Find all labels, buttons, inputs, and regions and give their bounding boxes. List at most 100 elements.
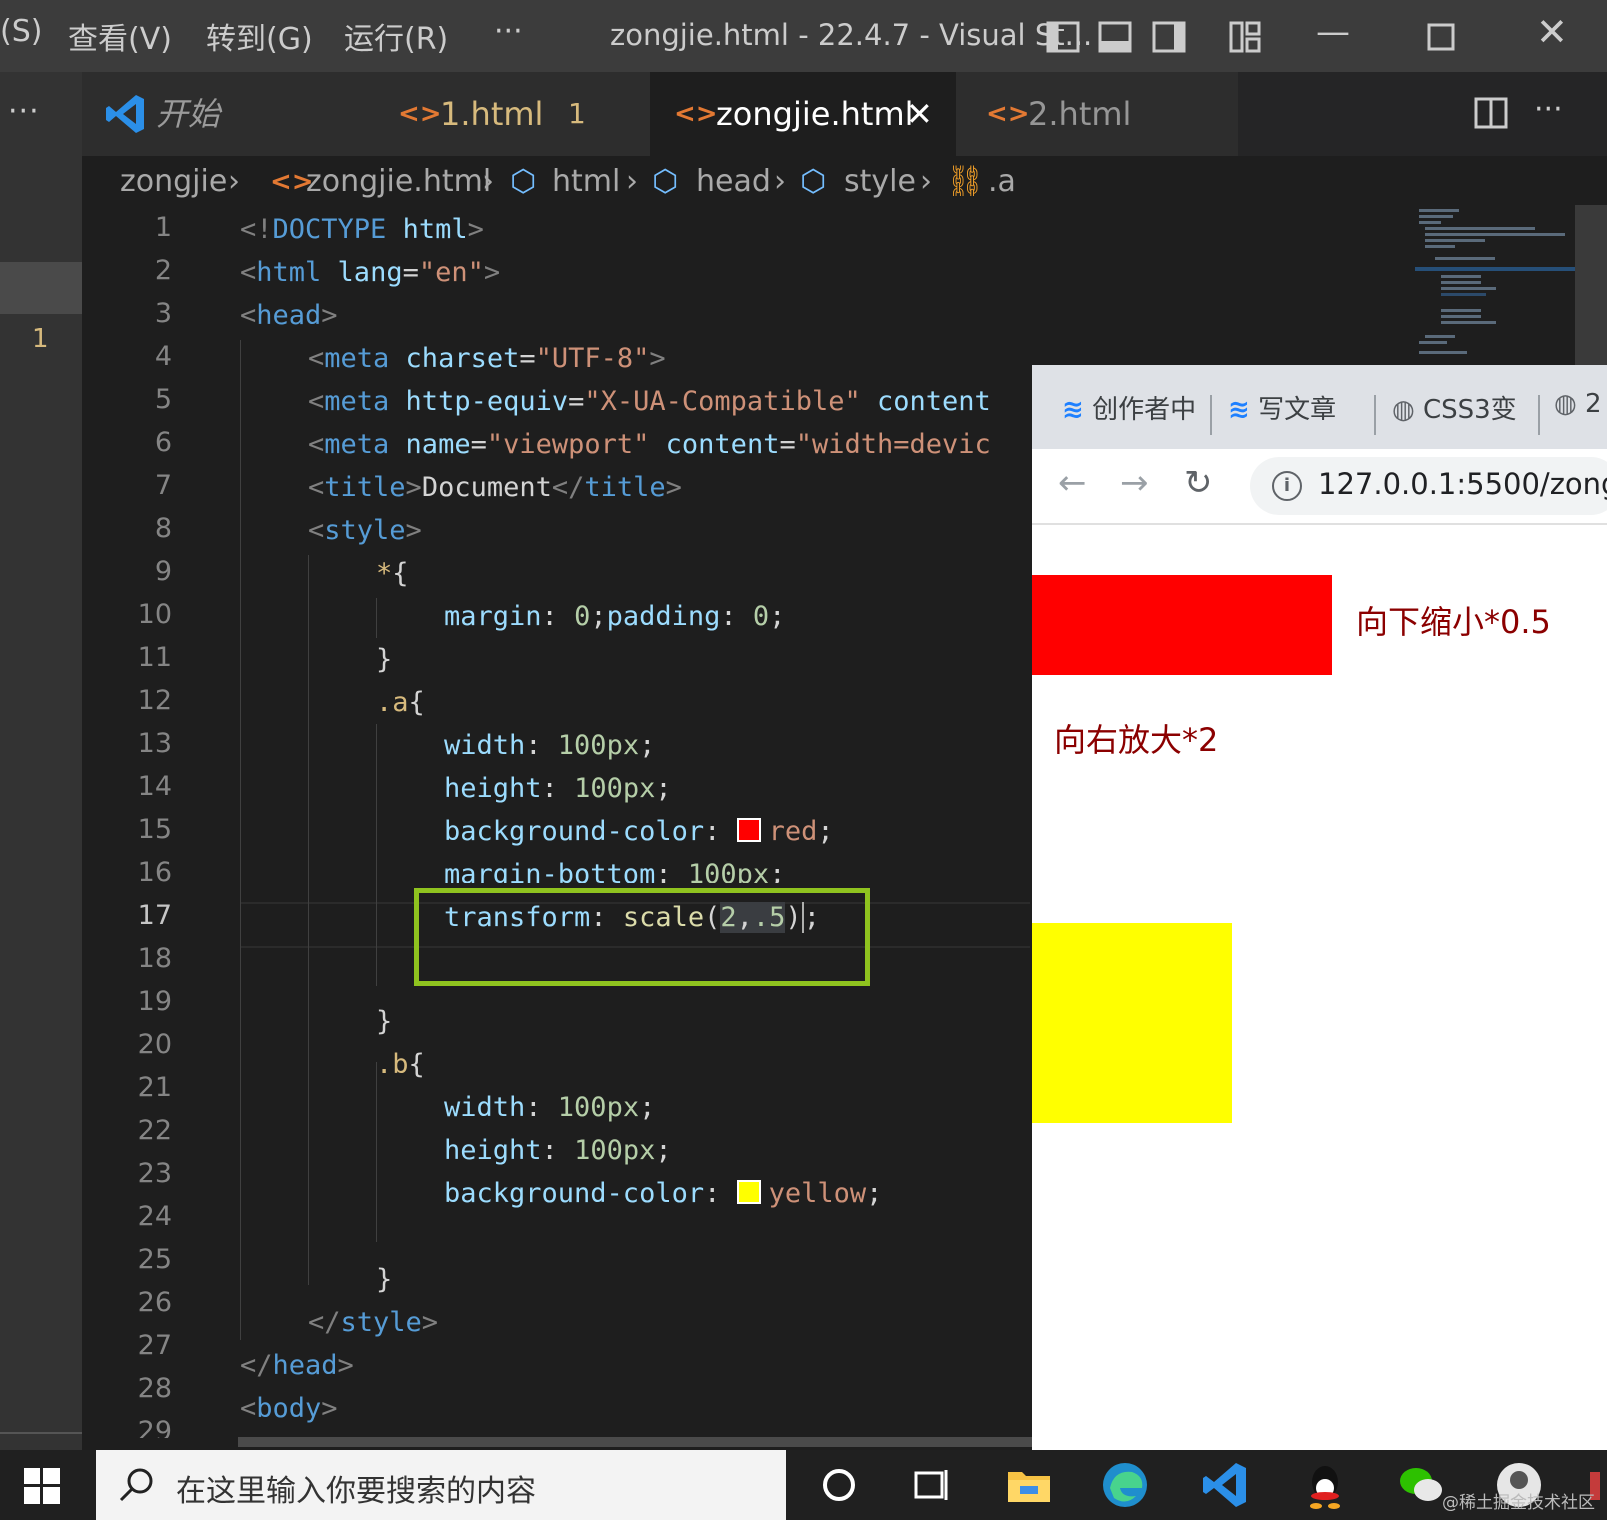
- code-line-4: <meta charset="UTF-8">: [308, 343, 666, 374]
- minimize-icon[interactable]: —: [1316, 12, 1350, 52]
- minimap[interactable]: [1415, 205, 1575, 365]
- line-number: 29: [137, 1416, 172, 1438]
- toggle-secondary-sidebar-icon[interactable]: [1152, 20, 1186, 54]
- tab-1-html[interactable]: <> 1.html 1: [368, 72, 651, 156]
- breadcrumb-head[interactable]: head: [696, 164, 771, 199]
- activity-divider: [0, 1432, 82, 1434]
- code-line-13: width: 100px;: [444, 730, 656, 761]
- scaled-box-a: [1032, 575, 1332, 675]
- code-line-25: }: [376, 1264, 393, 1295]
- url-text: 127.0.0.1:5500/zongjie: [1318, 467, 1607, 501]
- info-icon[interactable]: i: [1272, 471, 1302, 501]
- code-line-20: .b{: [376, 1049, 425, 1080]
- code-line-2: <html lang="en">: [240, 257, 501, 288]
- toggle-panel-icon[interactable]: [1098, 20, 1132, 54]
- qq-icon[interactable]: [1300, 1460, 1350, 1510]
- task-view-icon[interactable]: [906, 1460, 956, 1510]
- code-line-23: background-color: yellow;: [444, 1178, 883, 1209]
- forward-arrow-icon[interactable]: →: [1120, 463, 1149, 503]
- breadcrumb-folder[interactable]: zongjie: [120, 164, 227, 199]
- line-number: 21: [137, 1072, 172, 1103]
- code-line-3: <head>: [240, 300, 338, 331]
- symbol-selector-icon: ⛓: [946, 164, 985, 199]
- menu-item-view[interactable]: 查看(V): [68, 14, 172, 58]
- code-line-8: <style>: [308, 515, 422, 546]
- globe-icon: ◍: [1554, 389, 1577, 419]
- code-line-19: }: [376, 1006, 393, 1037]
- tab-label: 1.html: [440, 95, 544, 133]
- line-number: 28: [137, 1373, 172, 1404]
- menu-item-run[interactable]: 运行(R): [344, 14, 448, 58]
- window-title: zongjie.html - 22.4.7 - Visual St...: [610, 18, 1093, 52]
- maximize-icon[interactable]: [1426, 22, 1456, 52]
- bookmark-item[interactable]: ≋ 创作者中: [1062, 389, 1196, 426]
- tab-2-html[interactable]: <> 2.html: [956, 72, 1239, 156]
- symbol-element-icon: ⬡: [800, 164, 827, 199]
- reload-icon[interactable]: ↻: [1184, 463, 1213, 503]
- code-line-9: *{: [376, 558, 409, 589]
- breadcrumb-file[interactable]: zongjie.html: [306, 164, 491, 199]
- bookmark-item[interactable]: ◍ 2: [1554, 389, 1602, 419]
- bookmark-item[interactable]: ≋ 写文章: [1228, 389, 1336, 426]
- menu-item-selection[interactable]: (S): [0, 14, 42, 49]
- customize-layout-icon[interactable]: [1228, 20, 1262, 54]
- color-swatch-red[interactable]: [736, 818, 761, 842]
- bookmark-item[interactable]: ◍ CSS3变: [1392, 389, 1517, 426]
- search-icon: [119, 1468, 153, 1502]
- taskbar-search-box[interactable]: 在这里输入你要搜索的内容: [96, 1450, 786, 1520]
- tab-zongjie-html[interactable]: <> zongjie.html ✕: [650, 72, 957, 156]
- address-bar[interactable]: i 127.0.0.1:5500/zongjie: [1250, 457, 1607, 515]
- chevron-right-icon: ›: [482, 164, 494, 199]
- vertical-scrollbar[interactable]: [1575, 205, 1607, 365]
- tab-welcome[interactable]: 开始: [82, 72, 369, 156]
- box-b: [1032, 923, 1232, 1123]
- line-number: 22: [137, 1115, 172, 1146]
- split-editor-icon[interactable]: [1474, 96, 1508, 130]
- code-line-6: <meta name="viewport" content="width=dev…: [308, 429, 991, 460]
- close-tab-icon[interactable]: ✕: [906, 72, 933, 156]
- line-number: 13: [137, 728, 172, 759]
- editor-more-actions-icon[interactable]: ···: [1534, 92, 1563, 127]
- menu-item-goto[interactable]: 转到(G): [206, 14, 313, 58]
- vscode-taskbar-icon[interactable]: [1200, 1460, 1250, 1510]
- breadcrumb-selector[interactable]: .a: [988, 164, 1016, 199]
- code-line-26: </style>: [308, 1307, 439, 1338]
- line-number: 23: [137, 1158, 172, 1189]
- chevron-right-icon: ›: [920, 164, 932, 199]
- line-number: 24: [137, 1201, 172, 1232]
- activity-selected-item[interactable]: [0, 262, 82, 314]
- line-number: 10: [137, 599, 172, 630]
- title-bar: (S) 查看(V) 转到(G) 运行(R) ··· zongjie.html -…: [0, 0, 1607, 72]
- annotation-shrink: 向下缩小*0.5: [1356, 603, 1551, 641]
- toggle-sidebar-icon[interactable]: [1046, 20, 1080, 54]
- edge-browser-icon[interactable]: [1100, 1460, 1150, 1510]
- line-number: 15: [137, 814, 172, 845]
- bookmarks-bar: ≋ 创作者中 ≋ 写文章 ◍ CSS3变 ◍ 2: [1032, 365, 1607, 449]
- breadcrumb-html[interactable]: html: [552, 164, 620, 199]
- file-explorer-icon[interactable]: [1004, 1460, 1054, 1510]
- symbol-element-icon: ⬡: [652, 164, 679, 199]
- tab-label: 2.html: [1028, 95, 1132, 133]
- cortana-icon[interactable]: [814, 1460, 864, 1510]
- color-swatch-yellow[interactable]: [736, 1180, 761, 1204]
- close-icon[interactable]: ✕: [1536, 10, 1568, 54]
- line-number: 2: [154, 255, 172, 286]
- menu-more-button[interactable]: ···: [494, 14, 523, 49]
- code-line-22: height: 100px;: [444, 1135, 672, 1166]
- line-number: 6: [154, 427, 172, 458]
- tab-label: zongjie.html: [716, 95, 914, 133]
- wechat-icon[interactable]: [1396, 1460, 1446, 1510]
- code-line-1: <!DOCTYPE html>: [240, 214, 484, 245]
- html-icon: <>: [986, 99, 1030, 129]
- code-line-14: height: 100px;: [444, 773, 672, 804]
- line-number: 26: [137, 1287, 172, 1318]
- more-actions-icon[interactable]: ···: [8, 94, 40, 129]
- watermark: @稀土掘金技术社区: [1442, 1493, 1595, 1513]
- back-arrow-icon[interactable]: ←: [1058, 463, 1087, 503]
- horizontal-scrollbar[interactable]: [238, 1437, 1033, 1447]
- breadcrumb-style[interactable]: style: [844, 164, 916, 199]
- line-number: 14: [137, 771, 172, 802]
- indent-guide: [308, 555, 309, 1285]
- bookmark-separator: [1210, 395, 1212, 435]
- windows-start-icon[interactable]: [24, 1468, 60, 1504]
